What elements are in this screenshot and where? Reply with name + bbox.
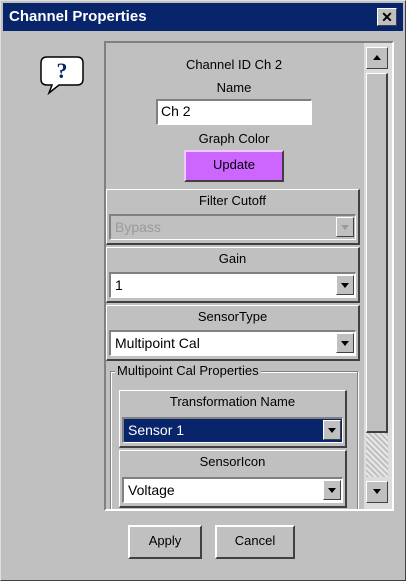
vertical-scrollbar[interactable] [364, 43, 392, 509]
properties-panel: Channel ID Ch 2 Name Ch 2 Graph Color Up… [104, 41, 394, 511]
sensor-type-value: Multipoint Cal [115, 335, 200, 351]
svg-text:?: ? [57, 58, 68, 83]
gain-label: Gain [218, 251, 247, 266]
filter-cutoff-value: Bypass [115, 219, 161, 235]
multipoint-cal-legend: Multipoint Cal Properties [115, 363, 261, 378]
multipoint-cal-properties-group: Multipoint Cal Properties Transformation… [110, 363, 358, 509]
chevron-down-icon[interactable] [336, 333, 354, 353]
properties-content: Channel ID Ch 2 Name Ch 2 Graph Color Up… [106, 43, 362, 509]
scroll-up-button[interactable] [366, 47, 388, 69]
graph-color-label: Graph Color [198, 131, 270, 146]
gain-group: Gain 1 [106, 247, 360, 303]
close-button[interactable]: ✕ [377, 8, 397, 26]
gain-value: 1 [115, 277, 123, 293]
help-icon[interactable]: ? [39, 53, 85, 96]
window-title: Channel Properties [9, 8, 147, 25]
sensor-type-select[interactable]: Multipoint Cal [109, 330, 356, 356]
title-bar[interactable]: Channel Properties ✕ [3, 3, 403, 31]
gain-select[interactable]: 1 [109, 272, 356, 298]
chevron-down-icon[interactable] [336, 217, 354, 237]
sensor-icon-select[interactable]: Voltage [122, 477, 343, 503]
sensor-type-group: SensorType Multipoint Cal [106, 305, 360, 361]
channel-id-label: Channel ID Ch 2 [185, 57, 283, 72]
scroll-thumb[interactable] [366, 73, 388, 433]
cancel-button[interactable]: Cancel [215, 525, 295, 559]
name-input[interactable]: Ch 2 [156, 99, 312, 125]
filter-cutoff-label: Filter Cutoff [199, 193, 266, 208]
apply-button[interactable]: Apply [128, 525, 202, 559]
filter-cutoff-select[interactable]: Bypass [109, 214, 356, 240]
sensor-type-label: SensorType [197, 309, 268, 324]
channel-properties-dialog: Channel Properties ✕ ? Channel ID Ch 2 N… [0, 0, 406, 581]
transformation-name-label: Transformation Name [169, 394, 296, 409]
chevron-down-icon[interactable] [323, 480, 341, 500]
name-input-value: Ch 2 [161, 103, 191, 119]
scroll-track[interactable] [366, 433, 388, 477]
close-icon: ✕ [381, 9, 393, 25]
chevron-down-icon[interactable] [336, 275, 354, 295]
scroll-down-button[interactable] [366, 481, 388, 503]
transformation-name-group: Transformation Name Sensor 1 [119, 390, 347, 448]
sensor-icon-label: SensorIcon [199, 454, 266, 469]
chevron-down-icon[interactable] [323, 420, 341, 440]
sensor-icon-group: SensorIcon Voltage [119, 450, 347, 508]
name-label: Name [216, 80, 252, 95]
filter-cutoff-group: Filter Cutoff Bypass [106, 189, 360, 245]
update-color-button[interactable]: Update [184, 150, 284, 182]
sensor-icon-value: Voltage [128, 482, 175, 498]
transformation-name-select[interactable]: Sensor 1 [122, 417, 343, 443]
transformation-name-value: Sensor 1 [128, 422, 185, 438]
